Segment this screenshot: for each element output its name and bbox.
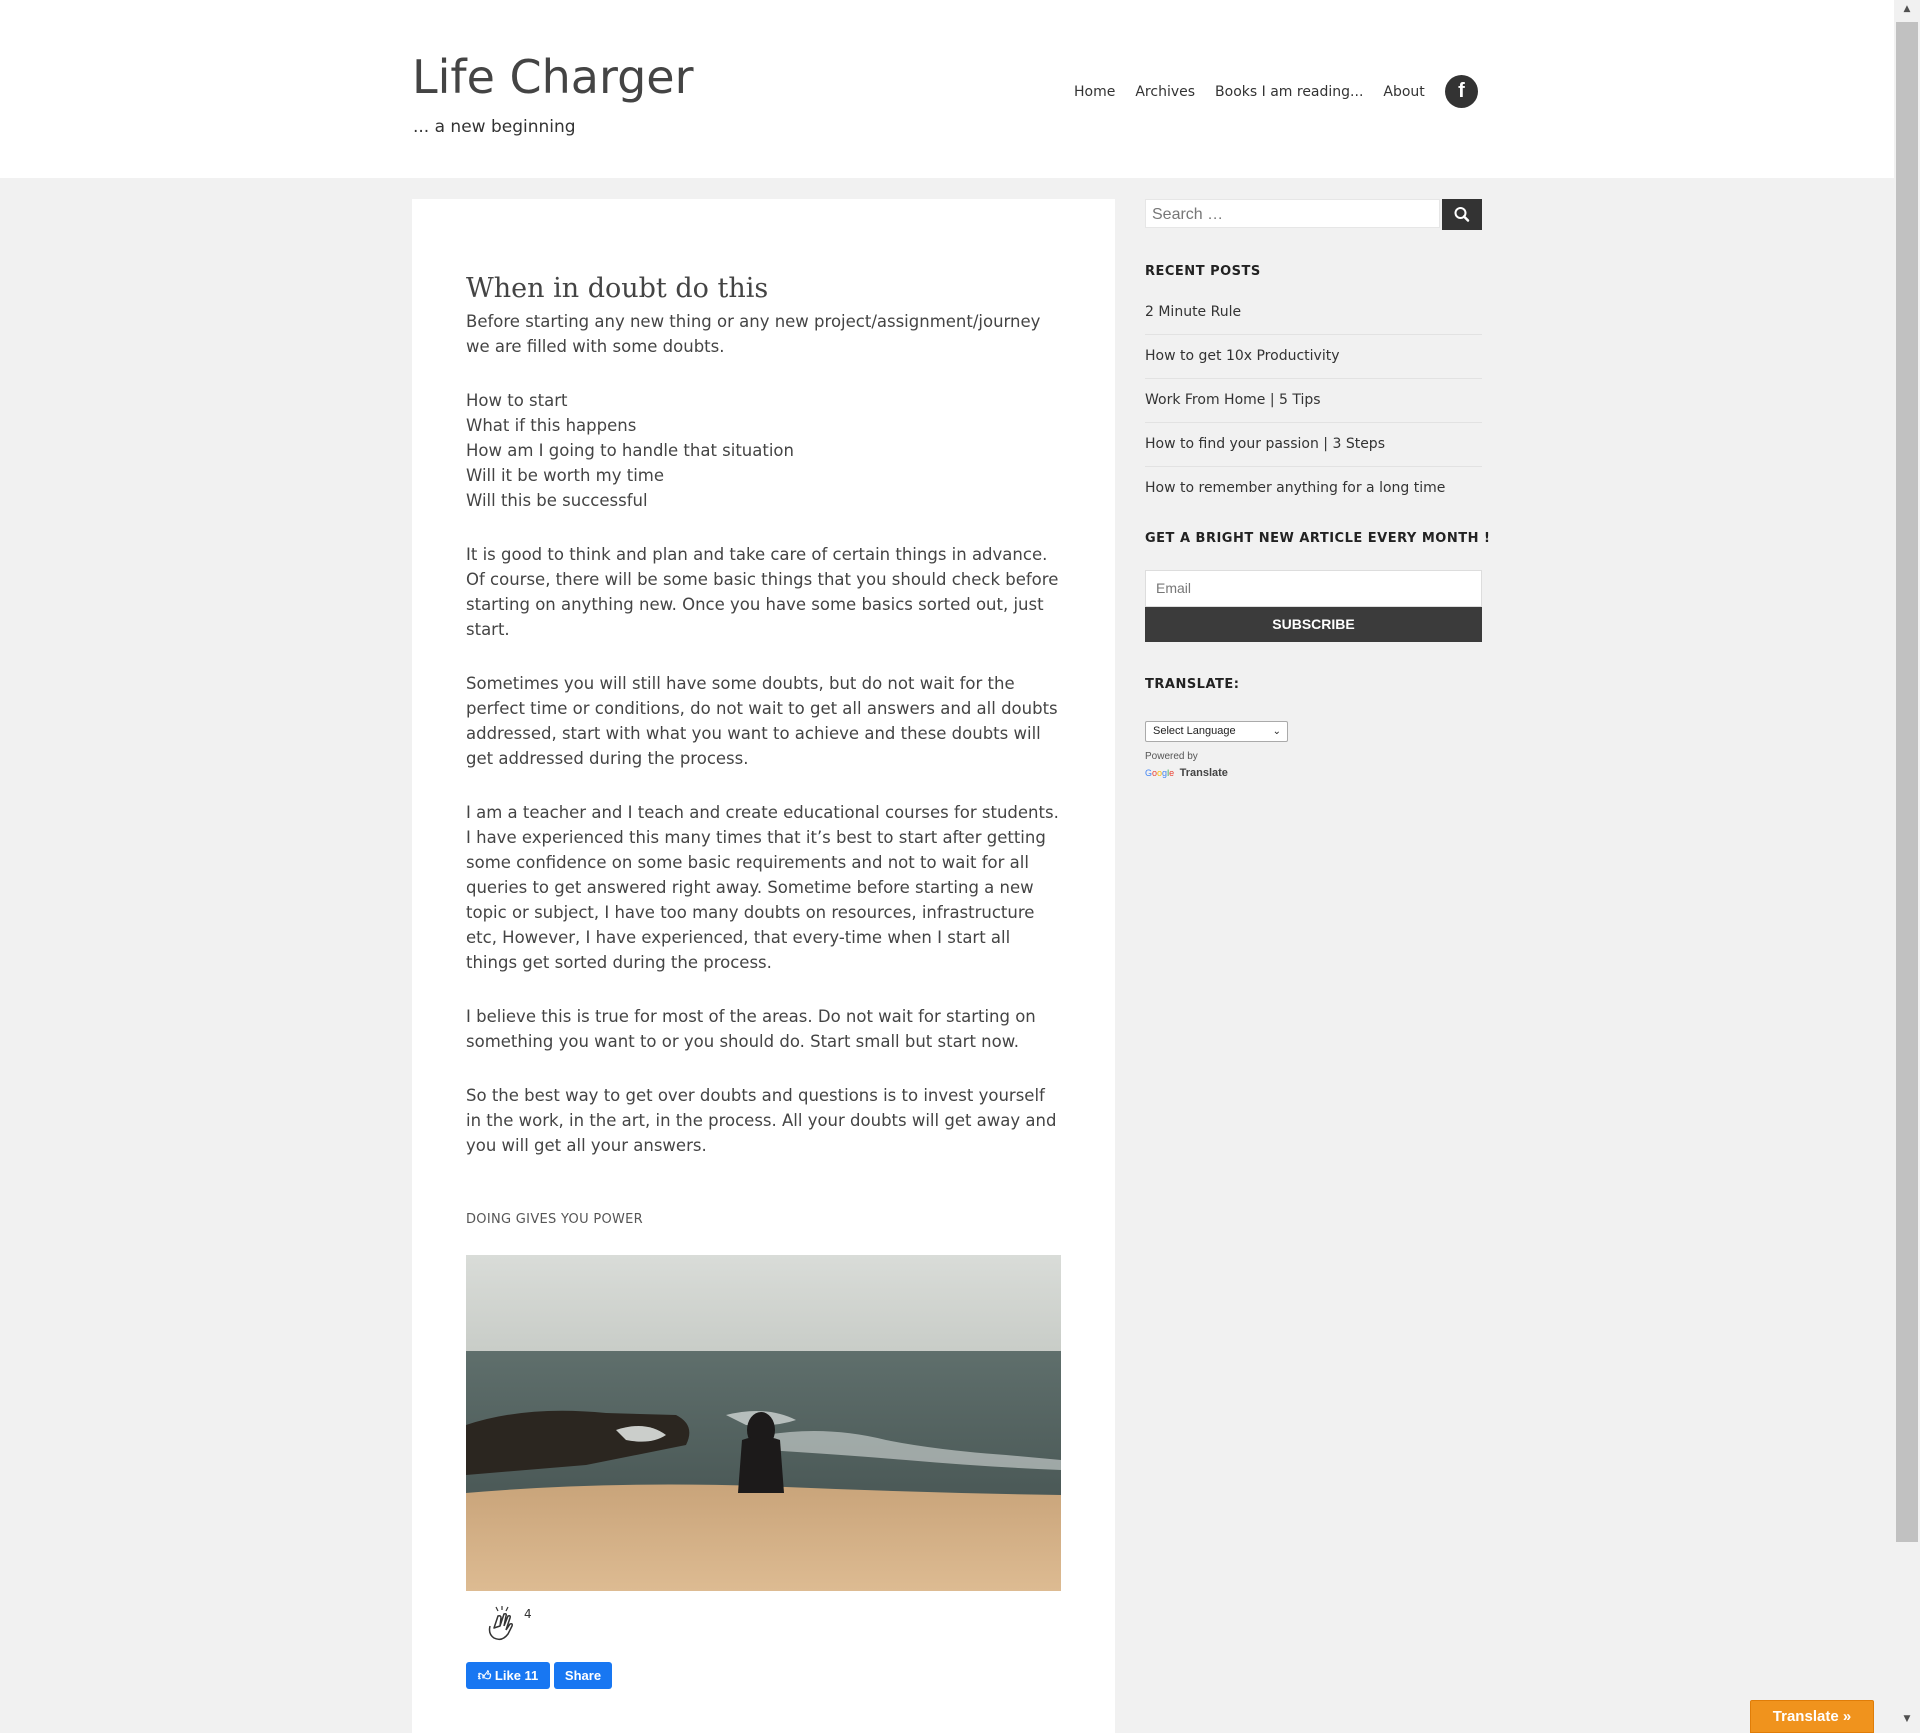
doubt-line: How am I going to handle that situation [466,441,794,460]
language-select-value: Select Language [1153,725,1236,737]
fb-like-label: Like 11 [494,1668,539,1683]
doubt-line: How to start [466,391,568,410]
post-paragraph: So the best way to get over doubts and q… [466,1086,1057,1155]
powered-by-label: Powered by [1145,751,1198,762]
google-translate-link[interactable]: Google Translate [1145,767,1228,779]
search-icon [1454,207,1470,222]
doubt-line: What if this happens [466,416,637,435]
search-form: Search … [1145,199,1482,230]
facebook-icon[interactable]: f [1445,75,1478,108]
post-image-ocean [466,1255,1061,1591]
doubt-line: Will this be successful [466,491,648,510]
doubt-line: Will it be worth my time [466,466,665,485]
clap-count: 4 [524,1607,532,1621]
post-paragraph: It is good to think and plan and take ca… [466,545,1059,639]
site-header: Life Charger ... a new beginning Home Ar… [0,0,1894,178]
floating-translate-button[interactable]: Translate » [1750,1700,1874,1733]
post-title: When in doubt do this [466,273,769,305]
newsletter-title: GET A BRIGHT NEW ARTICLE EVERY MONTH ! [1145,531,1491,546]
recent-post-link[interactable]: How to get 10x Productivity [1145,335,1482,379]
recent-post-link[interactable]: How to find your passion | 3 Steps [1145,423,1482,467]
chevron-down-icon: ⌄ [1272,726,1281,737]
search-button[interactable] [1442,199,1482,230]
translate-link-label: Translate [1179,767,1228,779]
recent-posts-list: 2 Minute Rule How to get 10x Productivit… [1145,291,1482,510]
recent-posts-title: RECENT POSTS [1145,264,1261,279]
subscribe-button[interactable]: SUBSCRIBE [1145,607,1482,642]
post-caption: DOING GIVES YOU POWER [466,1212,643,1227]
doubts-list: How to start What if this happens How am… [466,388,1061,513]
scroll-up-arrow-icon[interactable]: ▲ [1896,0,1918,18]
email-field[interactable]: Email [1145,570,1482,607]
post-paragraph: Before starting any new thing or any new… [466,312,1041,356]
facebook-like-button[interactable]: 👍︎ Like 11 [466,1662,550,1689]
language-select[interactable]: Select Language ⌄ [1145,721,1288,742]
nav-archives[interactable]: Archives [1135,84,1195,100]
post-body: Before starting any new thing or any new… [466,309,1061,1187]
site-tagline: ... a new beginning [413,117,576,137]
nav-home[interactable]: Home [1074,84,1115,100]
nav-about[interactable]: About [1383,84,1424,100]
google-logo: Google [1145,768,1175,778]
site-title[interactable]: Life Charger [412,50,694,104]
post-paragraph: Sometimes you will still have some doubt… [466,674,1058,768]
post-paragraph: I am a teacher and I teach and create ed… [466,803,1059,972]
recent-post-link[interactable]: How to remember anything for a long time [1145,467,1482,510]
post-paragraph: I believe this is true for most of the a… [466,1007,1036,1051]
scrollbar-thumb[interactable] [1896,22,1918,1542]
nav-books[interactable]: Books I am reading... [1215,84,1363,100]
article-card: When in doubt do this Before starting an… [412,199,1115,1733]
main-nav: Home Archives Books I am reading... Abou… [1074,84,1445,100]
search-input[interactable]: Search … [1145,199,1440,228]
recent-post-link[interactable]: 2 Minute Rule [1145,291,1482,335]
clap-icon[interactable] [480,1604,520,1644]
translate-title: TRANSLATE: [1145,677,1240,692]
thumbs-up-icon: 👍︎ [477,1668,492,1683]
recent-post-link[interactable]: Work From Home | 5 Tips [1145,379,1482,423]
scroll-down-arrow-icon[interactable]: ▼ [1896,1710,1918,1728]
facebook-share-button[interactable]: Share [554,1662,612,1689]
